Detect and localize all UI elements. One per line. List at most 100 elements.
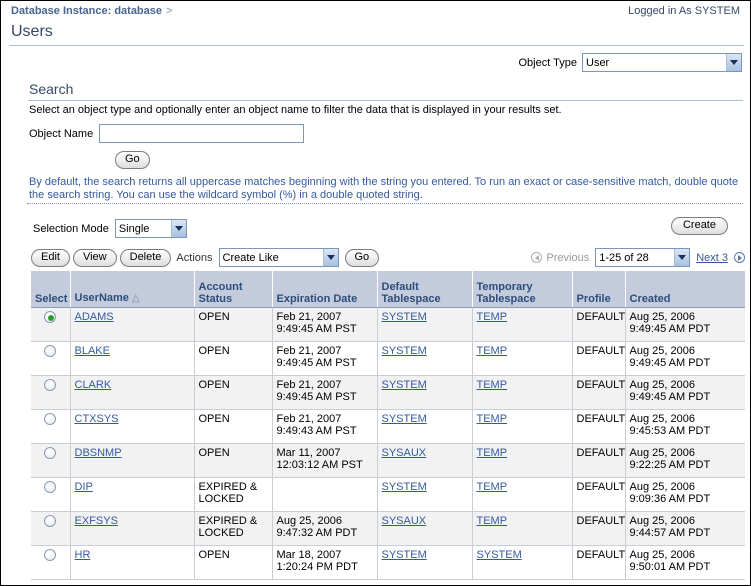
table-cell-temporary-tablespace: TEMP	[472, 307, 573, 342]
table-cell-default-tablespace: SYSTEM	[377, 409, 473, 444]
table-cell-profile: DEFAULT	[572, 545, 626, 580]
table-cell-temporary-tablespace: TEMP	[472, 511, 573, 546]
username-link[interactable]: CLARK	[75, 379, 112, 391]
username-link[interactable]: CTXSYS	[75, 413, 119, 425]
next-link[interactable]: Next 3	[696, 252, 728, 264]
title-divider	[9, 45, 744, 46]
users-page: Database Instance: database > Logged in A…	[0, 0, 751, 586]
table-cell-default-tablespace: SYSTEM	[377, 307, 473, 342]
temporary-tablespace-link[interactable]: TEMP	[477, 379, 508, 391]
table-cell-username: BLAKE	[70, 341, 195, 376]
view-button[interactable]: View	[72, 248, 117, 267]
row-select-radio[interactable]	[44, 310, 57, 323]
temporary-tablespace-link[interactable]: TEMP	[477, 311, 508, 323]
table-row: EXFSYS EXPIRED & LOCKED Aug 25, 2006 9:47:3…	[31, 511, 745, 546]
table-cell-select	[31, 477, 71, 512]
create-button[interactable]: Create	[670, 217, 728, 235]
create-button-wrap: Create	[670, 217, 728, 235]
default-tablespace-link[interactable]: SYSTEM	[382, 345, 427, 357]
page-title: Users	[11, 23, 53, 40]
row-select-radio[interactable]	[44, 446, 57, 459]
table-cell-select	[31, 545, 71, 580]
row-select-radio[interactable]	[44, 378, 57, 391]
section-dotted-divider	[27, 203, 743, 204]
selection-mode-row: Selection Mode Single	[33, 219, 187, 238]
default-tablespace-link[interactable]: SYSTEM	[382, 311, 427, 323]
table-cell-temporary-tablespace: TEMP	[472, 409, 573, 444]
table-cell-profile: DEFAULT	[572, 511, 626, 546]
search-go-button[interactable]: Go	[115, 151, 150, 169]
table-cell-account-status: OPEN	[194, 341, 273, 376]
username-link[interactable]: HR	[75, 549, 91, 561]
temporary-tablespace-link[interactable]: SYSTEM	[477, 549, 522, 561]
table-cell-profile: DEFAULT	[572, 307, 626, 342]
table-cell-username: HR	[70, 545, 195, 580]
column-header-profile: Profile	[572, 271, 626, 308]
temporary-tablespace-link[interactable]: TEMP	[477, 447, 508, 459]
table-cell-username: ADAMS	[70, 307, 195, 342]
actions-go-button[interactable]: Go	[344, 248, 380, 267]
table-cell-account-status: OPEN	[194, 545, 273, 580]
table-cell-temporary-tablespace: TEMP	[472, 443, 573, 478]
temporary-tablespace-link[interactable]: TEMP	[477, 515, 508, 527]
default-tablespace-link[interactable]: SYSAUX	[382, 447, 427, 459]
sort-ascending-icon: △	[131, 292, 140, 304]
page-range-value: 1-25 of 28	[599, 251, 649, 264]
default-tablespace-link[interactable]: SYSAUX	[382, 515, 427, 527]
actions-select[interactable]: Create Like	[218, 248, 339, 267]
users-table-body: ADAMS OPEN Feb 21, 2007 9:49:45 AM PST SYSTE…	[31, 307, 745, 580]
logged-in-as-label: Logged in As SYSTEM	[628, 5, 740, 17]
username-link[interactable]: DIP	[75, 481, 93, 493]
column-header-username[interactable]: UserName △	[70, 271, 195, 308]
username-link[interactable]: DBSNMP	[75, 447, 122, 459]
default-tablespace-link[interactable]: SYSTEM	[382, 413, 427, 425]
table-cell-temporary-tablespace: TEMP	[472, 477, 573, 512]
table-header-row: Select UserName △ Account Status Expirat…	[31, 271, 745, 308]
page-range-select[interactable]: 1-25 of 28	[595, 248, 691, 267]
column-header-temporary-tablespace: Temporary Tablespace	[472, 271, 573, 308]
breadcrumb: Database Instance: database >	[11, 5, 172, 17]
delete-button[interactable]: Delete	[119, 248, 172, 267]
table-row: HR OPEN Mar 18, 2007 1:20:24 PM PDT SYSTEM SY…	[31, 545, 745, 580]
table-cell-default-tablespace: SYSTEM	[377, 341, 473, 376]
row-select-radio[interactable]	[44, 344, 57, 357]
default-tablespace-link[interactable]: SYSTEM	[382, 379, 427, 391]
table-cell-select	[31, 443, 71, 478]
row-select-radio[interactable]	[44, 548, 57, 561]
search-go-row: Go	[115, 151, 150, 169]
table-cell-temporary-tablespace: TEMP	[472, 375, 573, 410]
row-select-radio[interactable]	[44, 480, 57, 493]
object-type-row: Object Type User	[519, 53, 742, 72]
breadcrumb-database-instance-link[interactable]: Database Instance: database	[11, 5, 162, 17]
temporary-tablespace-link[interactable]: TEMP	[477, 413, 508, 425]
search-heading: Search	[29, 81, 74, 97]
table-cell-account-status: OPEN	[194, 409, 273, 444]
username-link[interactable]: EXFSYS	[75, 515, 118, 527]
edit-button[interactable]: Edit	[31, 248, 70, 267]
username-link[interactable]: ADAMS	[75, 311, 114, 323]
row-select-radio[interactable]	[44, 412, 57, 425]
chevron-down-icon	[170, 220, 186, 237]
next-arrow-icon[interactable]	[734, 252, 745, 263]
temporary-tablespace-link[interactable]: TEMP	[477, 481, 508, 493]
table-cell-account-status: OPEN	[194, 443, 273, 478]
username-link[interactable]: BLAKE	[75, 345, 110, 357]
selection-mode-select[interactable]: Single	[114, 219, 187, 238]
selection-mode-label: Selection Mode	[33, 222, 109, 235]
temporary-tablespace-link[interactable]: TEMP	[477, 345, 508, 357]
table-row: DBSNMP OPEN Mar 11, 2007 12:03:12 AM PST SYS…	[31, 443, 745, 478]
default-tablespace-link[interactable]: SYSTEM	[382, 549, 427, 561]
table-cell-select	[31, 375, 71, 410]
object-name-input[interactable]	[99, 124, 305, 143]
table-cell-created: Aug 25, 2006 9:50:01 AM PDT	[625, 545, 745, 580]
default-tablespace-link[interactable]: SYSTEM	[382, 481, 427, 493]
row-action-buttons: Edit View Delete	[31, 248, 172, 267]
table-cell-account-status: OPEN	[194, 375, 273, 410]
table-cell-username: CTXSYS	[70, 409, 195, 444]
object-type-select[interactable]: User	[582, 53, 742, 72]
table-cell-profile: DEFAULT	[572, 477, 626, 512]
table-cell-username: DIP	[70, 477, 195, 512]
table-cell-default-tablespace: SYSTEM	[377, 545, 473, 580]
table-cell-select	[31, 341, 71, 376]
row-select-radio[interactable]	[44, 514, 57, 527]
